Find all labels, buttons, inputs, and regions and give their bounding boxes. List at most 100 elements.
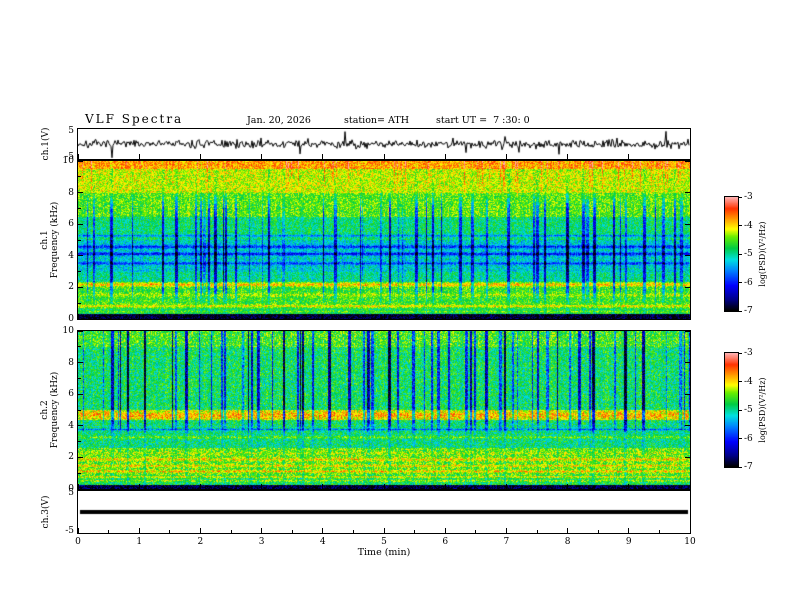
freq-tick-label: 8 bbox=[68, 187, 74, 198]
freq-major-tick bbox=[78, 488, 83, 490]
colorbar-ch2-label: log(PSD)(V²/Hz) bbox=[758, 377, 767, 443]
colorbar-tick bbox=[739, 282, 742, 283]
x-major-tick bbox=[567, 154, 569, 159]
x-major-tick bbox=[628, 528, 630, 533]
x-minor-tick bbox=[230, 530, 232, 533]
volt-tick-label: 5 bbox=[68, 488, 74, 498]
date-label: Jan. 20, 2026 bbox=[247, 115, 311, 126]
freq-major-tick bbox=[78, 286, 83, 288]
freq-major-tick bbox=[78, 318, 83, 320]
colorbar-tick-label: -7 bbox=[744, 462, 753, 472]
x-tick-label: 2 bbox=[197, 537, 204, 547]
freq-minor-tick bbox=[78, 302, 81, 304]
x-tick-label: 7 bbox=[503, 537, 510, 547]
colorbar-tick-label: -6 bbox=[744, 277, 753, 288]
x-major-tick bbox=[199, 314, 201, 319]
freq-major-tick bbox=[685, 393, 690, 395]
freq-minor-tick bbox=[78, 441, 81, 443]
freq-tick-label: 10 bbox=[62, 326, 74, 336]
freq-major-tick bbox=[78, 393, 83, 395]
start-ut-label: start UT = 7 :30: 0 bbox=[436, 115, 530, 126]
freq-major-tick bbox=[78, 223, 83, 225]
colorbar-tick bbox=[739, 352, 742, 354]
freq-minor-tick bbox=[78, 377, 81, 379]
volt-tick-label: -5 bbox=[65, 526, 74, 536]
ch1-spectrogram-canvas bbox=[78, 161, 690, 319]
x-major-tick bbox=[444, 528, 446, 533]
x-major-tick bbox=[322, 154, 324, 159]
freq-tick-label: 2 bbox=[68, 452, 74, 463]
freq-tick-label: 6 bbox=[68, 219, 74, 230]
x-tick-label: 0 bbox=[75, 537, 81, 547]
colorbar-tick-label: -7 bbox=[744, 306, 753, 316]
colorbar-ch2 bbox=[724, 352, 739, 468]
colorbar-ch1-label: log(PSD)(V²/Hz) bbox=[758, 221, 767, 287]
x-tick-label: 8 bbox=[564, 537, 571, 547]
freq-tick-label: 0 bbox=[68, 314, 74, 324]
x-major-tick bbox=[505, 528, 507, 533]
ch2-spectrogram-panel bbox=[77, 330, 691, 490]
x-major-tick bbox=[383, 484, 385, 489]
x-major-tick bbox=[689, 528, 691, 533]
x-tick-label: 4 bbox=[319, 537, 326, 547]
freq-tick-label: 2 bbox=[68, 282, 74, 293]
x-tick-label: 10 bbox=[684, 537, 696, 547]
x-major-tick bbox=[138, 154, 140, 159]
freq-minor-tick bbox=[78, 271, 81, 273]
colorbar-tick bbox=[739, 196, 742, 198]
freq-major-tick bbox=[78, 192, 83, 194]
x-major-tick bbox=[199, 154, 201, 159]
x-major-tick bbox=[77, 528, 79, 533]
x-minor-tick bbox=[597, 530, 599, 533]
freq-major-tick bbox=[78, 456, 83, 458]
x-minor-tick bbox=[291, 530, 293, 533]
freq-minor-tick bbox=[78, 176, 81, 178]
x-major-tick bbox=[261, 528, 263, 533]
station-label: station= ATH bbox=[344, 115, 409, 126]
ch1-spec-frequency-label: Frequency (kHz) bbox=[50, 201, 60, 279]
x-major-tick bbox=[444, 314, 446, 319]
x-tick-label: 6 bbox=[442, 537, 449, 547]
freq-major-tick bbox=[685, 362, 690, 364]
x-major-tick bbox=[444, 484, 446, 489]
freq-major-tick bbox=[685, 286, 690, 288]
freq-major-tick bbox=[78, 425, 83, 427]
time-axis-label: Time (min) bbox=[357, 547, 411, 558]
x-major-tick bbox=[383, 528, 385, 533]
colorbar-tick bbox=[739, 466, 742, 468]
x-minor-tick bbox=[658, 530, 660, 533]
x-major-tick bbox=[505, 314, 507, 319]
freq-minor-tick bbox=[78, 409, 81, 411]
x-minor-tick bbox=[108, 530, 110, 533]
freq-major-tick bbox=[78, 362, 83, 364]
colorbar-tick bbox=[739, 310, 742, 312]
colorbar-tick-label: -5 bbox=[744, 249, 753, 259]
x-tick-label: 5 bbox=[381, 537, 387, 547]
x-major-tick bbox=[138, 484, 140, 489]
freq-minor-tick bbox=[78, 472, 81, 474]
x-major-tick bbox=[77, 154, 79, 159]
x-major-tick bbox=[138, 314, 140, 319]
x-major-tick bbox=[199, 528, 201, 533]
ch3-waveform-canvas bbox=[78, 491, 690, 533]
x-minor-tick bbox=[536, 530, 538, 533]
x-major-tick bbox=[628, 484, 630, 489]
freq-major-tick bbox=[685, 425, 690, 427]
x-tick-label: 9 bbox=[625, 537, 632, 547]
volt-tick-label: 5 bbox=[68, 126, 74, 136]
x-major-tick bbox=[505, 484, 507, 489]
x-major-tick bbox=[567, 484, 569, 489]
freq-minor-tick bbox=[78, 207, 81, 209]
x-major-tick bbox=[689, 154, 691, 159]
colorbar-tick bbox=[739, 225, 742, 226]
ch1-spec-channel-label: ch.1 bbox=[40, 230, 50, 250]
volt-tick-label: -5 bbox=[65, 152, 74, 162]
x-major-tick bbox=[322, 484, 324, 489]
freq-major-tick bbox=[685, 255, 690, 257]
x-major-tick bbox=[322, 528, 324, 533]
x-major-tick bbox=[261, 154, 263, 159]
x-major-tick bbox=[567, 528, 569, 533]
freq-major-tick bbox=[78, 330, 83, 332]
colorbar-tick-label: -5 bbox=[744, 405, 753, 415]
x-major-tick bbox=[444, 154, 446, 159]
